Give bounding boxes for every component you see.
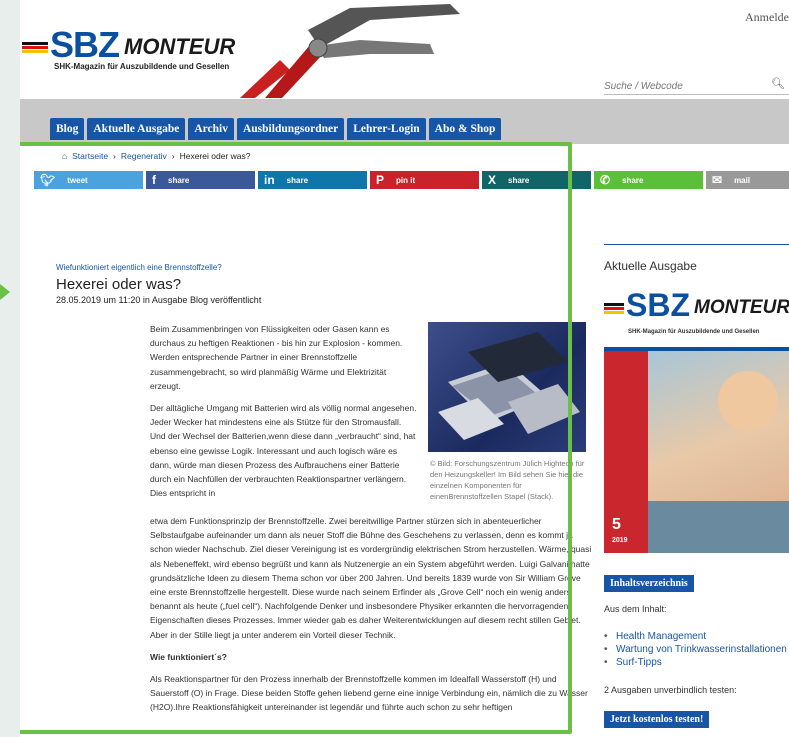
nav-abo-shop[interactable]: Abo & Shop: [428, 118, 502, 140]
share-label: mail: [734, 175, 751, 185]
flag-icon: [22, 42, 48, 54]
trial-text: 2 Ausgaben unverbindlich testen:: [604, 685, 737, 695]
page: Anmelde SBZ MONTEUR SHK-Magazin für Ausz…: [20, 0, 789, 737]
nav-ausbildungsordner[interactable]: Ausbildungsordner: [236, 118, 345, 140]
content-list: Health Management Wartung von Trinkwasse…: [604, 630, 789, 669]
selection-highlight: [20, 142, 572, 734]
pliers-illustration-icon: [240, 4, 460, 98]
search-input[interactable]: [604, 81, 754, 92]
magazine-cover[interactable]: SBZ MONTEUR SHK-Magazin für Auszubildend…: [604, 283, 789, 553]
from-content-label: Aus dem Inhalt:: [604, 604, 667, 614]
cover-monteur: MONTEUR: [694, 297, 789, 318]
share-whatsapp-button[interactable]: ✆ share: [594, 171, 703, 189]
main-nav: Blog Aktuelle Ausgabe Archiv Ausbildungs…: [50, 118, 502, 140]
search-icon[interactable]: 🔍︎: [771, 77, 785, 90]
logo-sbz: SBZ: [50, 24, 120, 65]
trial-wrapper: Jetzt kostenlos testen!: [604, 709, 789, 728]
divider: [604, 244, 789, 245]
cover-tagline: SHK-Magazin für Auszubildende und Gesell…: [628, 329, 760, 335]
logo-monteur: MONTEUR: [124, 34, 236, 59]
nav-blog[interactable]: Blog: [50, 118, 85, 140]
login-link[interactable]: Anmelde: [745, 10, 789, 25]
cover-year: 2019: [612, 537, 628, 544]
logo-tagline: SHK-Magazin für Auszubildende und Gesell…: [54, 62, 230, 71]
toc-wrapper: Inhaltsverzeichnis: [604, 573, 789, 592]
nav-archiv[interactable]: Archiv: [188, 118, 234, 140]
share-label: share: [622, 175, 644, 185]
list-item[interactable]: Surf-Tipps: [604, 656, 789, 669]
list-item[interactable]: Health Management: [604, 630, 789, 643]
toc-button[interactable]: Inhaltsverzeichnis: [604, 575, 694, 592]
sidebar: Aktuelle Ausgabe SBZ MONTEUR SHK-Magazin…: [604, 244, 789, 728]
cover-masthead: SBZ MONTEUR SHK-Magazin für Auszubildend…: [604, 283, 789, 347]
cover-issue-number: 5: [612, 516, 621, 533]
cover-sidebar-red: 5 2019: [604, 351, 648, 553]
list-item[interactable]: Wartung von Trinkwasserinstallationen: [604, 643, 789, 656]
mail-icon: ✉: [712, 173, 723, 187]
cover-sbz: SBZ: [626, 287, 690, 323]
nav-aktuelle-ausgabe[interactable]: Aktuelle Ausgabe: [87, 118, 186, 140]
trial-button[interactable]: Jetzt kostenlos testen!: [604, 711, 710, 728]
sidebar-heading: Aktuelle Ausgabe: [604, 259, 697, 273]
baby-face-icon: [718, 371, 778, 431]
nav-lehrer-login[interactable]: Lehrer-Login: [347, 118, 426, 140]
cover-photo: [648, 351, 789, 553]
search-box[interactable]: 🔍︎: [604, 76, 789, 95]
sink-icon: [648, 501, 789, 553]
highlight-arrow: [0, 284, 10, 300]
share-mail-button[interactable]: ✉ mail: [706, 171, 789, 189]
whatsapp-icon: ✆: [600, 173, 611, 187]
